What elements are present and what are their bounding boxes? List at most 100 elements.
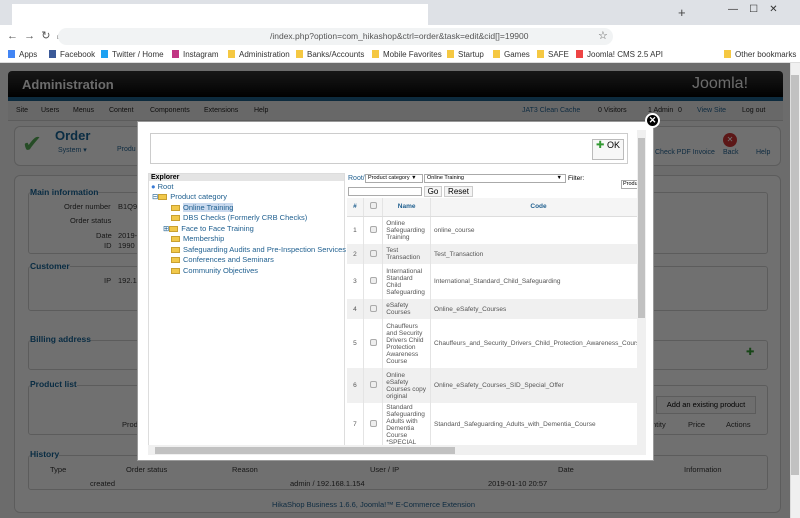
breadcrumb-root[interactable]: Root/ (348, 175, 365, 182)
menu-extensions[interactable]: Extensions (204, 107, 238, 114)
type-select[interactable]: Product category ▼ (365, 174, 423, 183)
id-label: ID (104, 241, 112, 250)
row-checkbox[interactable] (363, 319, 384, 368)
ip-label: IP (104, 276, 112, 285)
filter-label: Filter: (568, 175, 585, 182)
logout-link[interactable]: Log out (742, 107, 765, 114)
add-existing-product-button[interactable]: Add an existing product (656, 396, 756, 414)
go-button[interactable]: Go (424, 186, 442, 197)
customer-legend: Customer (30, 261, 70, 271)
history-col-user: User / IP (370, 465, 400, 474)
row-name: Online Safeguarding Training (382, 216, 432, 244)
order-check-icon: ✔ (22, 131, 43, 158)
globe-icon: ● (151, 182, 156, 191)
modal-toolbar (150, 133, 628, 164)
order-status-label: Order status (70, 216, 112, 225)
row-name: International Standard Child Safeguardin… (382, 264, 432, 299)
history-col-reason: Reason (232, 465, 258, 474)
history-col-type: Type (50, 465, 67, 474)
menu-components[interactable]: Components (150, 107, 190, 114)
row-checkbox[interactable] (363, 299, 384, 319)
date-value: 2019- (118, 231, 138, 240)
add-billing-icon[interactable]: ✚ (746, 347, 754, 358)
history-col-date: Date (558, 465, 574, 474)
menu-help[interactable]: Help (254, 107, 268, 114)
tree-online-training[interactable]: Online Training (171, 203, 234, 212)
row-code: online_course (430, 216, 637, 244)
back-icon[interactable]: ✕ (723, 133, 737, 147)
billing-legend: Billing address (30, 334, 91, 344)
history-status: created (90, 479, 116, 488)
order-number: B1Q9 (118, 202, 138, 211)
tree-product-category[interactable]: ⊟ Product category (152, 192, 227, 201)
row-checkbox[interactable] (363, 264, 384, 299)
tree-root[interactable]: ● Root (151, 182, 173, 191)
ip-value: 192.1 (118, 276, 137, 285)
product-list-panel: Root/ Product category ▼ Online Training… (347, 170, 637, 446)
tree-dbs-checks[interactable]: DBS Checks (Formerly CRB Checks) (171, 213, 307, 222)
joomla-logo: Joomla! (692, 75, 749, 92)
row-checkbox[interactable] (363, 368, 384, 403)
row-checkbox[interactable] (363, 403, 384, 445)
explorer-header: Explorer (149, 174, 344, 181)
col-number: # (347, 198, 364, 217)
table-row[interactable]: 6 Online eSafety Courses copy original O… (347, 368, 637, 403)
row-checkbox[interactable] (363, 216, 384, 244)
clean-cache-link[interactable]: JAT3 Clean Cache (522, 107, 580, 114)
select-all-checkbox[interactable] (363, 198, 384, 217)
check-pdf-invoice-button[interactable]: Check PDF Invoice (655, 149, 715, 156)
menu-content[interactable]: Content (109, 107, 134, 114)
ok-button[interactable]: ✚ OK (592, 139, 624, 160)
search-input[interactable] (348, 187, 422, 196)
close-modal-button[interactable]: ✕ (645, 113, 660, 128)
system-menu[interactable]: System ▾ (58, 146, 87, 154)
tree-face-to-face[interactable]: ⊞ Face to Face Training (163, 224, 254, 233)
admin-title: Administration (22, 77, 114, 92)
menu-users[interactable]: Users (41, 107, 59, 114)
product-list-legend: Product list (30, 379, 77, 389)
back-button[interactable]: Back (723, 149, 739, 156)
col-code[interactable]: Code (430, 198, 637, 217)
row-name: Online eSafety Courses copy original (382, 368, 432, 403)
products-menu[interactable]: Produ (117, 146, 136, 153)
row-code: Test_Transaction (430, 244, 637, 264)
row-checkbox[interactable] (363, 244, 384, 264)
menu-site[interactable]: Site (16, 107, 28, 114)
menu-menus[interactable]: Menus (73, 107, 94, 114)
row-code: International_Standard_Child_Safeguardin… (430, 264, 637, 299)
modal-vertical-scroll-thumb[interactable] (638, 138, 645, 318)
table-row[interactable]: 3 International Standard Child Safeguard… (347, 264, 637, 299)
row-number: 7 (347, 403, 364, 445)
col-name[interactable]: Name (382, 198, 432, 217)
page-title: Order (55, 128, 91, 143)
col-quantity: ntity (652, 420, 666, 429)
table-row[interactable]: 1 Online Safeguarding Training online_co… (347, 216, 637, 244)
category-select[interactable]: Online Training ▼ (424, 174, 566, 183)
filter-select[interactable]: Produ (621, 180, 637, 189)
help-button[interactable]: Help (756, 149, 770, 156)
history-col-info: Information (684, 465, 722, 474)
history-date: 2019-01-10 20:57 (488, 479, 548, 488)
view-site-link[interactable]: View Site (697, 107, 726, 114)
history-legend: History (30, 449, 60, 459)
modal-horizontal-scroll-thumb[interactable] (155, 447, 455, 454)
table-row[interactable]: 7 Standard Safeguarding Adults with Deme… (347, 403, 637, 445)
tree-community[interactable]: Community Objectives (171, 266, 258, 275)
add-icon: ✚ (596, 140, 605, 151)
table-row[interactable]: 5 Chauffeurs and Security Drivers Child … (347, 319, 637, 368)
row-code: Online_eSafety_Courses_SID_Special_Offer (430, 368, 637, 403)
table-row[interactable]: 4 eSafety Courses Online_eSafety_Courses (347, 299, 637, 319)
row-name: Chauffeurs and Security Drivers Child Pr… (382, 319, 432, 368)
row-code: Standard_Safeguarding_Adults_with_Dement… (430, 403, 637, 445)
row-number: 2 (347, 244, 364, 264)
table-row[interactable]: 2 Test Transaction Test_Transaction (347, 244, 637, 264)
reset-button[interactable]: Reset (444, 186, 473, 197)
tree-safeguarding-audits[interactable]: Safeguarding Audits and Pre-Inspection S… (171, 245, 346, 254)
col-actions: Actions (726, 420, 751, 429)
tree-conferences[interactable]: Conferences and Seminars (171, 255, 274, 264)
page-scrollbar-thumb[interactable] (791, 75, 799, 475)
row-number: 4 (347, 299, 364, 319)
row-name: Test Transaction (382, 244, 432, 264)
tree-membership[interactable]: Membership (171, 234, 224, 243)
row-code: Online_eSafety_Courses (430, 299, 637, 319)
